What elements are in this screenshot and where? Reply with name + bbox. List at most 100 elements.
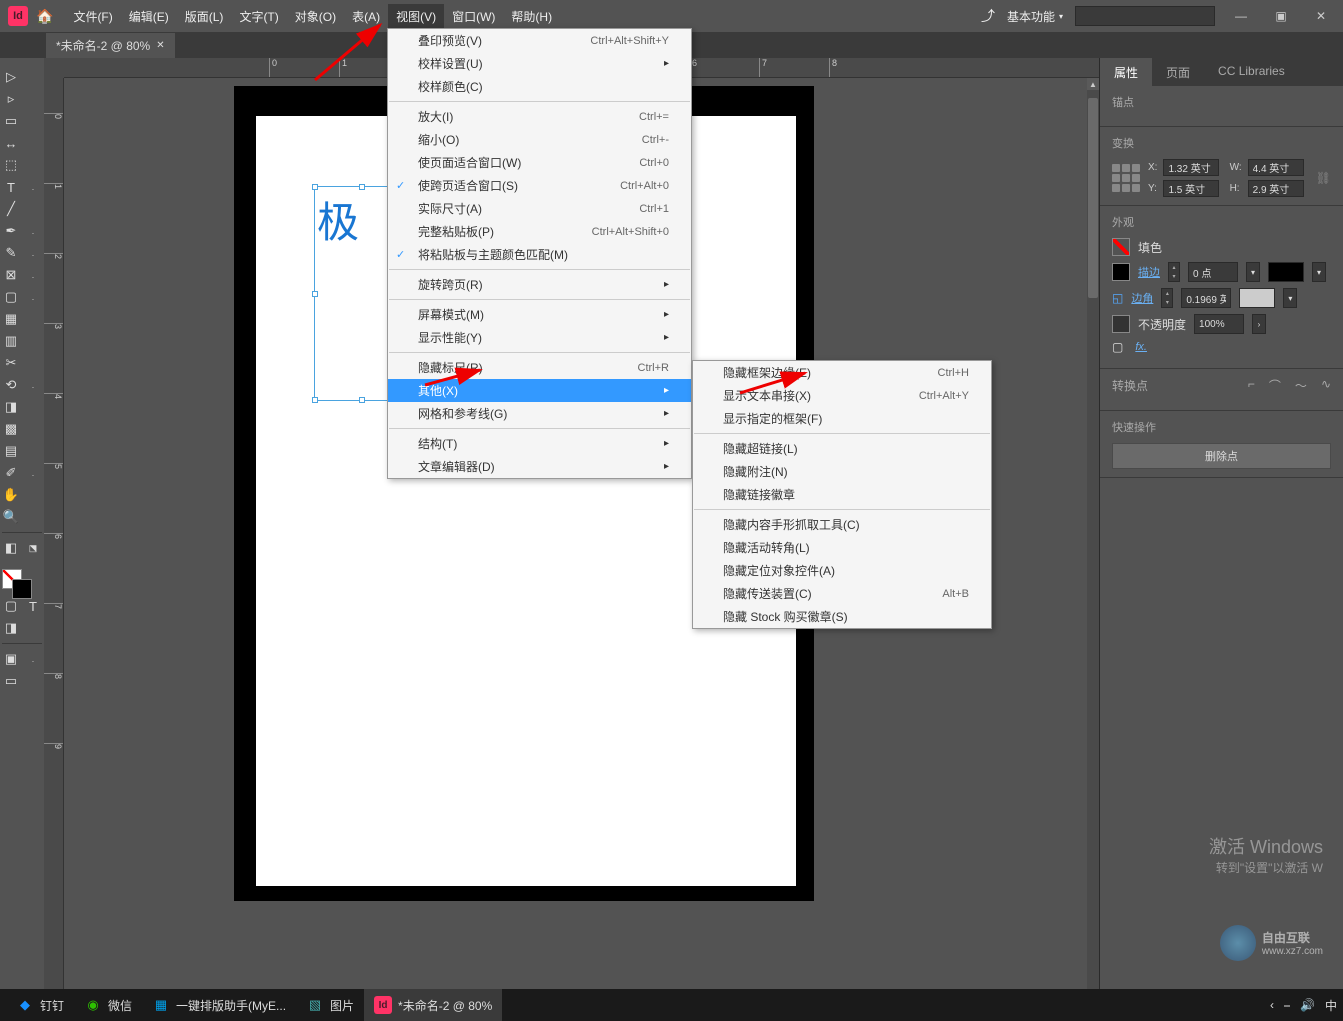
tab-close-icon[interactable]: ✕ <box>156 40 164 51</box>
taskbar-item-wechat[interactable]: ◉微信 <box>74 989 142 1021</box>
stroke-weight-field[interactable] <box>1188 262 1238 282</box>
delete-point-button[interactable]: 删除点 <box>1112 443 1331 469</box>
scroll-up-icon[interactable]: ▲ <box>1087 78 1099 90</box>
menu-item-hide-stock-badge[interactable]: 隐藏 Stock 购买徽章(S) <box>693 605 991 628</box>
tab-properties[interactable]: 属性 <box>1100 58 1152 86</box>
menu-object[interactable]: 对象(O) <box>287 4 344 29</box>
menu-item-zoom-out[interactable]: 缩小(O)Ctrl+- <box>388 128 691 151</box>
type-tool[interactable]: T <box>0 176 22 198</box>
convert-smooth-icon[interactable]: ⌒ <box>1269 377 1281 394</box>
scissors-tool[interactable]: ✂ <box>0 352 22 374</box>
menu-item-extras[interactable]: 其他(X)▸ <box>388 379 691 402</box>
menu-item-hide-notes[interactable]: 隐藏附注(N) <box>693 460 991 483</box>
menu-table[interactable]: 表(A) <box>344 4 388 29</box>
resize-handle[interactable] <box>359 397 365 403</box>
scroll-thumb[interactable] <box>1088 98 1098 298</box>
w-field[interactable] <box>1248 159 1304 176</box>
opacity-field[interactable] <box>1194 314 1244 334</box>
menu-item-overprint-preview[interactable]: 叠印预览(V)Ctrl+Alt+Shift+Y <box>388 29 691 52</box>
menu-item-hide-hyperlinks[interactable]: 隐藏超链接(L) <box>693 437 991 460</box>
corner-field[interactable] <box>1181 288 1231 308</box>
hand-tool[interactable]: ✋ <box>0 484 22 506</box>
type-tool-sub[interactable]: . <box>22 176 44 198</box>
window-close[interactable]: ✕ <box>1307 6 1335 26</box>
x-field[interactable] <box>1163 159 1219 176</box>
menu-item-show-text-threads[interactable]: 显示文本串接(X)Ctrl+Alt+Y <box>693 384 991 407</box>
window-minimize[interactable]: — <box>1227 6 1255 26</box>
resize-handle[interactable] <box>312 397 318 403</box>
direct-selection-tool[interactable]: ▹ <box>0 88 22 110</box>
system-tray[interactable]: ‹ ⎯ 🔊 中 <box>1270 997 1337 1014</box>
pencil-tool[interactable]: ✎ <box>0 242 22 264</box>
menu-item-hide-link-badge[interactable]: 隐藏链接徽章 <box>693 483 991 506</box>
menu-item-hide-conveyor[interactable]: 隐藏传送装置(C)Alt+B <box>693 582 991 605</box>
default-colors[interactable]: ⬔ <box>22 537 44 559</box>
ruler-corner[interactable] <box>44 58 64 78</box>
gradient-swatch-tool[interactable]: ◨ <box>0 396 22 418</box>
resize-handle[interactable] <box>359 184 365 190</box>
zoom-tool[interactable]: 🔍 <box>0 506 22 528</box>
tab-pages[interactable]: 页面 <box>1152 58 1204 86</box>
rectangle-frame-tool[interactable]: ⊠ <box>0 264 22 286</box>
resize-handle[interactable] <box>312 291 318 297</box>
corner-style-dropdown[interactable]: ▾ <box>1283 288 1297 308</box>
pencil-tool-sub[interactable]: . <box>22 242 44 264</box>
stroke-weight-dropdown[interactable]: ▾ <box>1246 262 1260 282</box>
rectangle-frame-sub[interactable]: . <box>22 264 44 286</box>
corner-icon[interactable]: ◱ <box>1112 291 1123 305</box>
note-tool[interactable]: ▤ <box>0 440 22 462</box>
menu-item-grids-guides[interactable]: 网格和参考线(G)▸ <box>388 402 691 425</box>
stroke-link[interactable]: 描边 <box>1138 264 1160 280</box>
fill-stroke-toggle[interactable]: ◧ <box>0 537 22 559</box>
share-icon[interactable]: ⤴ <box>981 6 995 26</box>
corner-spinner[interactable]: ▴▾ <box>1161 288 1173 308</box>
free-transform-tool[interactable]: ⟲ <box>0 374 22 396</box>
menu-item-entire-pasteboard[interactable]: 完整粘贴板(P)Ctrl+Alt+Shift+0 <box>388 220 691 243</box>
corner-style-swatch[interactable] <box>1239 288 1275 308</box>
fill-swatch[interactable] <box>1112 238 1130 256</box>
fill-stroke-swatch[interactable] <box>0 567 44 595</box>
taskbar-item-dingtalk[interactable]: ◆钉钉 <box>6 989 74 1021</box>
menu-item-story-editor[interactable]: 文章编辑器(D)▸ <box>388 455 691 478</box>
view-mode-sub[interactable]: . <box>22 648 44 670</box>
taskbar-item-mye[interactable]: ▦一键排版助手(MyE... <box>142 989 296 1021</box>
opacity-dropdown[interactable]: › <box>1252 314 1266 334</box>
convert-sym-icon[interactable]: 〜 <box>1295 377 1307 394</box>
menu-layout[interactable]: 版面(L) <box>177 4 232 29</box>
resize-handle[interactable] <box>312 184 318 190</box>
eyedropper-sub[interactable]: . <box>22 462 44 484</box>
rectangle-tool[interactable]: ▢ <box>0 286 22 308</box>
tray-ime[interactable]: 中 <box>1325 997 1337 1014</box>
reference-point-grid[interactable] <box>1112 164 1140 192</box>
window-maximize[interactable]: ▣ <box>1267 6 1295 26</box>
view-mode-normal[interactable]: ▣ <box>0 648 22 670</box>
tray-volume-icon[interactable]: 🔊 <box>1300 998 1315 1012</box>
stroke-style-dropdown[interactable]: ▾ <box>1312 262 1326 282</box>
screen-mode[interactable]: ▭ <box>0 670 22 692</box>
menu-edit[interactable]: 编辑(E) <box>121 4 177 29</box>
menu-item-screen-mode[interactable]: 屏幕模式(M)▸ <box>388 303 691 326</box>
content-collector-tool[interactable]: ⬚ <box>0 154 22 176</box>
selection-tool[interactable]: ▷ <box>0 66 22 88</box>
apply-color[interactable]: ◨ <box>0 617 22 639</box>
menu-item-display-performance[interactable]: 显示性能(Y)▸ <box>388 326 691 349</box>
stroke-style-swatch[interactable] <box>1268 262 1304 282</box>
menu-item-hide-frame-edges[interactable]: 隐藏框架边缘(E)Ctrl+H <box>693 361 991 384</box>
home-icon[interactable]: 🏠 <box>36 8 53 25</box>
y-field[interactable] <box>1163 180 1219 197</box>
stroke-swatch[interactable] <box>1112 263 1130 281</box>
menu-item-zoom-in[interactable]: 放大(I)Ctrl+= <box>388 105 691 128</box>
transform-sub[interactable]: . <box>22 374 44 396</box>
ruler-vertical[interactable]: 0 1 2 3 4 5 6 7 8 9 <box>44 78 64 1021</box>
menu-item-fit-spread[interactable]: ✓使跨页适合窗口(S)Ctrl+Alt+0 <box>388 174 691 197</box>
pen-tool[interactable]: ✒ <box>0 220 22 242</box>
menu-item-hide-live-corners[interactable]: 隐藏活动转角(L) <box>693 536 991 559</box>
tab-cc-libraries[interactable]: CC Libraries <box>1204 58 1299 86</box>
taskbar-item-photos[interactable]: ▧图片 <box>296 989 364 1021</box>
tray-chevron-icon[interactable]: ‹ <box>1270 998 1274 1012</box>
workspace-switcher[interactable]: 基本功能 ▾ <box>1007 8 1063 25</box>
menu-item-proof-colors[interactable]: 校样颜色(C) <box>388 75 691 98</box>
pen-tool-sub[interactable]: . <box>22 220 44 242</box>
menu-item-fit-page[interactable]: 使页面适合窗口(W)Ctrl+0 <box>388 151 691 174</box>
fx-icon[interactable]: ▢ <box>1112 340 1123 354</box>
